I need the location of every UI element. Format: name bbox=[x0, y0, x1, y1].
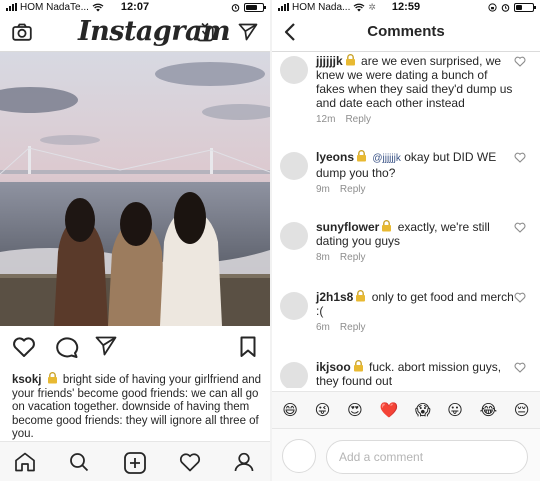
activity-heart-icon[interactable] bbox=[179, 452, 201, 472]
carrier-name: HOM NadaTe... bbox=[20, 1, 89, 13]
comment-username[interactable]: j2h1s8 bbox=[316, 290, 353, 304]
mention-link[interactable]: @jjjjjjk bbox=[372, 153, 400, 164]
emoji-button[interactable]: 😍 bbox=[347, 402, 363, 418]
comment-item: jjjjjjk are we even surprised, we knew w… bbox=[272, 54, 540, 130]
reply-button[interactable]: Reply bbox=[345, 114, 371, 125]
alarm-icon bbox=[501, 3, 510, 12]
wifi-icon bbox=[353, 3, 365, 11]
feed-screen: HOM NadaTe... 12:07 Instagram ksokj brig… bbox=[0, 0, 270, 481]
comment-username[interactable]: ikjsoo bbox=[316, 360, 351, 374]
share-icon[interactable] bbox=[95, 336, 117, 356]
comment-time: 8m bbox=[316, 252, 330, 263]
like-heart-icon[interactable] bbox=[514, 152, 526, 163]
status-bar: HOM NadaTe... 12:07 bbox=[0, 0, 270, 14]
post-caption: ksokj bright side of having your girlfri… bbox=[12, 372, 264, 442]
bookmark-icon[interactable] bbox=[240, 336, 256, 358]
carrier-info: HOM Nada... ✲ bbox=[278, 2, 376, 13]
loading-icon: ✲ bbox=[368, 1, 376, 12]
lock-icon bbox=[353, 360, 363, 372]
like-heart-icon[interactable] bbox=[514, 292, 526, 303]
emoji-quick-bar: 😄 😜 😍 ❤️ 😱 😛 😂 😔 bbox=[272, 391, 540, 429]
avatar[interactable] bbox=[280, 56, 308, 84]
camera-icon[interactable] bbox=[12, 23, 32, 41]
lock-icon bbox=[356, 290, 366, 302]
add-post-icon[interactable] bbox=[124, 452, 146, 474]
comment-username[interactable]: sunyflower bbox=[316, 220, 379, 234]
comment-item: ikjsoo fuck. abort mission guys, they fo… bbox=[272, 360, 540, 388]
comment-body: j2h1s8 only to get food and merch :( 6m R… bbox=[316, 290, 514, 335]
post-username[interactable]: ksokj bbox=[12, 374, 41, 386]
feed-top-nav: Instagram bbox=[0, 14, 270, 52]
comment-time: 12m bbox=[316, 114, 336, 125]
comment-list: jjjjjjk are we even surprised, we knew w… bbox=[272, 52, 540, 388]
comment-composer bbox=[272, 429, 540, 481]
profile-icon[interactable] bbox=[234, 452, 254, 472]
comment-icon[interactable] bbox=[55, 336, 79, 358]
emoji-button[interactable]: 😛 bbox=[447, 402, 463, 418]
reply-button[interactable]: Reply bbox=[340, 252, 366, 263]
lock-icon bbox=[382, 220, 392, 232]
comment-input[interactable] bbox=[326, 440, 528, 474]
alarm-icon bbox=[231, 3, 240, 12]
emoji-button[interactable]: 😄 bbox=[282, 402, 298, 418]
comments-header: Comments bbox=[272, 14, 540, 52]
lock-icon bbox=[357, 150, 367, 162]
igtv-icon[interactable] bbox=[196, 22, 214, 42]
carrier-info: HOM NadaTe... bbox=[6, 2, 104, 13]
comment-item: lyeons @jjjjjjk okay but DID WE dump you… bbox=[272, 150, 540, 200]
comment-time: 9m bbox=[316, 184, 330, 195]
comment-username[interactable]: lyeons bbox=[316, 150, 354, 164]
like-heart-icon[interactable] bbox=[514, 56, 526, 67]
rotation-lock-icon bbox=[488, 2, 497, 12]
clock: 12:59 bbox=[391, 1, 421, 13]
comment-body: lyeons @jjjjjjk okay but DID WE dump you… bbox=[316, 150, 514, 197]
battery-icon bbox=[514, 2, 536, 12]
wifi-icon bbox=[92, 3, 104, 11]
comments-screen: HOM Nada... ✲ 12:59 Comments jjjjjjk are… bbox=[272, 0, 540, 481]
avatar[interactable] bbox=[280, 152, 308, 180]
clock: 12:07 bbox=[120, 1, 150, 13]
post-photo[interactable] bbox=[0, 52, 270, 326]
direct-message-icon[interactable] bbox=[238, 23, 258, 41]
emoji-button[interactable]: 😔 bbox=[514, 402, 530, 418]
reply-button[interactable]: Reply bbox=[340, 322, 366, 333]
avatar bbox=[282, 439, 316, 473]
comment-time: 6m bbox=[316, 322, 330, 333]
battery-icon bbox=[244, 2, 266, 12]
search-icon[interactable] bbox=[69, 452, 89, 472]
emoji-button[interactable]: ❤️ bbox=[379, 402, 398, 418]
comment-body: ikjsoo fuck. abort mission guys, they fo… bbox=[316, 360, 514, 388]
emoji-button[interactable]: 😜 bbox=[315, 402, 331, 418]
home-icon[interactable] bbox=[14, 452, 36, 472]
post-action-bar bbox=[0, 330, 270, 364]
signal-icon bbox=[278, 3, 289, 11]
comment-body: sunyflower exactly, we're still dating y… bbox=[316, 220, 514, 265]
like-heart-icon[interactable] bbox=[514, 222, 526, 233]
avatar[interactable] bbox=[280, 292, 308, 320]
heart-icon[interactable] bbox=[12, 336, 36, 358]
bottom-tab-bar bbox=[0, 441, 270, 481]
avatar[interactable] bbox=[280, 362, 308, 388]
lock-icon bbox=[47, 372, 57, 384]
avatar[interactable] bbox=[280, 222, 308, 250]
comment-username[interactable]: jjjjjjk bbox=[316, 54, 343, 68]
emoji-button[interactable]: 😱 bbox=[415, 402, 431, 418]
like-heart-icon[interactable] bbox=[514, 362, 526, 373]
comment-item: j2h1s8 only to get food and merch :( 6m R… bbox=[272, 290, 540, 340]
lock-icon bbox=[345, 54, 355, 66]
status-bar: HOM Nada... ✲ 12:59 bbox=[272, 0, 540, 14]
page-title: Comments bbox=[367, 23, 445, 40]
emoji-button[interactable]: 😂 bbox=[480, 402, 498, 418]
carrier-name: HOM Nada... bbox=[292, 1, 351, 13]
reply-button[interactable]: Reply bbox=[340, 184, 366, 195]
comment-item: sunyflower exactly, we're still dating y… bbox=[272, 220, 540, 270]
comment-body: jjjjjjk are we even surprised, we knew w… bbox=[316, 54, 514, 127]
signal-icon bbox=[6, 3, 17, 11]
